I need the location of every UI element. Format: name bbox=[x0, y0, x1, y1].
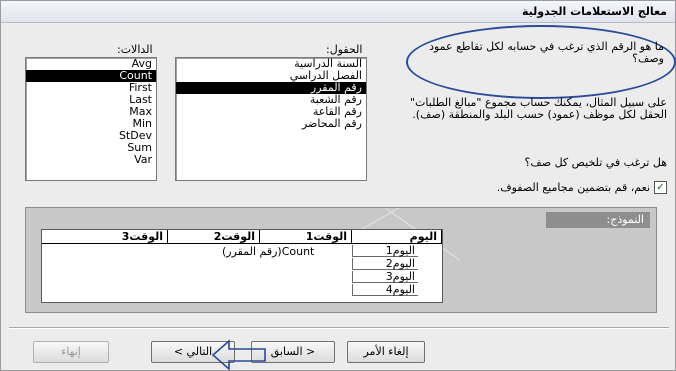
row-header-day1: اليوم1 bbox=[352, 245, 418, 257]
row-header-day3: اليوم3 bbox=[352, 271, 418, 283]
functions-listbox[interactable]: Avg Count First Last Max Min StDev Sum Var bbox=[25, 57, 157, 181]
functions-label: الدالات: bbox=[117, 43, 153, 56]
title-bar: معالج الاستعلامات الجدولية bbox=[1, 1, 675, 23]
column-header-time3: الوقت3 bbox=[42, 230, 168, 244]
column-header-time2: الوقت2 bbox=[168, 230, 260, 244]
sample-grid: الوقت3 الوقت2 الوقت1 اليوم اليوم1 اليوم2… bbox=[41, 229, 443, 303]
button-separator bbox=[9, 327, 669, 329]
row-totals-label[interactable]: نعم، قم بتضمين مجاميع الصفوف. bbox=[497, 181, 650, 194]
pointer-arrow-icon bbox=[211, 339, 266, 371]
sample-value-cell: Count(رقم المقرر) bbox=[222, 245, 315, 258]
row-header-day4: اليوم4 bbox=[352, 284, 418, 296]
window-title: معالج الاستعلامات الجدولية bbox=[521, 5, 667, 18]
help-question: ما هو الرقم الذي ترغب في حسابه لكل تقاطع… bbox=[429, 40, 664, 65]
row-totals-option[interactable]: ✓ نعم، قم بتضمين مجاميع الصفوف. bbox=[497, 181, 667, 194]
crosstab-wizard-window: معالج الاستعلامات الجدولية الدالات: Avg C… bbox=[0, 0, 676, 371]
summary-question: هل ترغب في تلخيص كل صف؟ bbox=[524, 156, 667, 169]
cancel-button[interactable]: إلغاء الأمر bbox=[347, 341, 425, 363]
fields-label: الحقول: bbox=[326, 43, 363, 56]
fields-listbox[interactable]: السنة الدراسية الفصل الدراسي رقم المقرر رقم… bbox=[175, 57, 367, 181]
row-header-day2: اليوم2 bbox=[352, 258, 418, 270]
function-option-8[interactable]: Var bbox=[26, 154, 156, 166]
finish-button: إنهاء bbox=[33, 341, 109, 363]
row-totals-checkbox[interactable]: ✓ bbox=[654, 181, 667, 194]
column-header-day: اليوم bbox=[352, 230, 442, 244]
sample-label: النموذج: bbox=[546, 212, 650, 228]
column-header-time1: الوقت1 bbox=[260, 230, 352, 244]
help-example: على سبيل المثال، يمكنك حساب مجموع "مبالغ… bbox=[409, 96, 667, 121]
field-option-5[interactable]: رقم المحاضر bbox=[176, 118, 366, 130]
